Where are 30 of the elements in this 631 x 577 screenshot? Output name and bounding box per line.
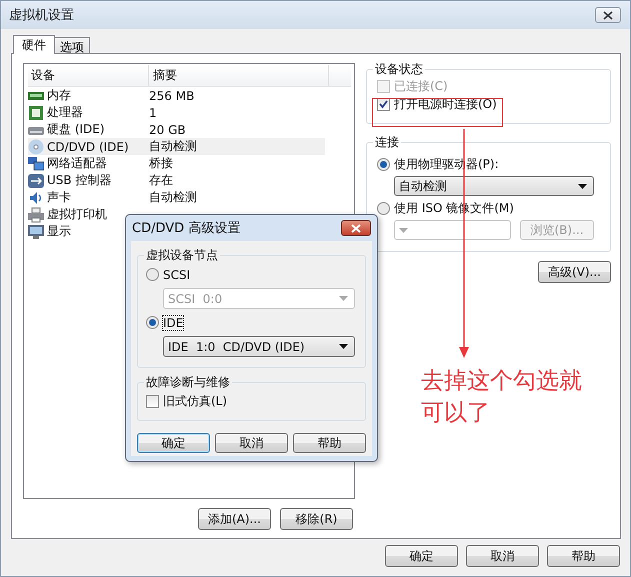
device-summary: 自动检测 — [148, 189, 198, 206]
device-name: 网络适配器 — [47, 155, 107, 172]
column-header: 设备 — [28, 65, 149, 86]
device-summary: 桥接 — [148, 155, 174, 172]
column-header: 摘要 — [149, 65, 329, 86]
checkbox-label: 打开电源时连接(O) — [394, 96, 497, 112]
device-name: CD/DVD (IDE) — [47, 140, 129, 154]
device-name: 声卡 — [47, 189, 71, 206]
checkbox-label: 已连接(C) — [394, 78, 448, 94]
device-summary: 256 MB — [148, 88, 196, 102]
device-name: 内存 — [47, 87, 71, 104]
device-summary: 自动检测 — [148, 138, 198, 155]
device-summary: 1 — [148, 106, 158, 120]
device-name: 虚拟打印机 — [47, 206, 107, 223]
radio-label: SCSI — [163, 268, 190, 282]
group-title: 虚拟设备节点 — [144, 247, 220, 264]
dialog-title: CD/DVD 高级设置 — [132, 220, 240, 237]
group-title: 故障诊断与维修 — [144, 374, 232, 391]
device-name: USB 控制器 — [47, 172, 112, 189]
radio-label: IDE — [163, 316, 184, 330]
device-name: 硬盘 (IDE) — [47, 121, 105, 138]
device-name: 显示 — [47, 223, 71, 240]
device-summary: 存在 — [148, 172, 174, 189]
checkbox-label: 旧式仿真(L) — [163, 393, 228, 410]
group-title: 连接 — [373, 134, 401, 151]
device-summary: 20 GB — [148, 122, 187, 136]
annotation-text: 去掉这个勾选就可以了 — [421, 367, 583, 428]
group-title: 设备状态 — [373, 61, 425, 78]
device-name: 处理器 — [47, 104, 83, 121]
window-title: 虚拟机设置 — [9, 7, 74, 24]
